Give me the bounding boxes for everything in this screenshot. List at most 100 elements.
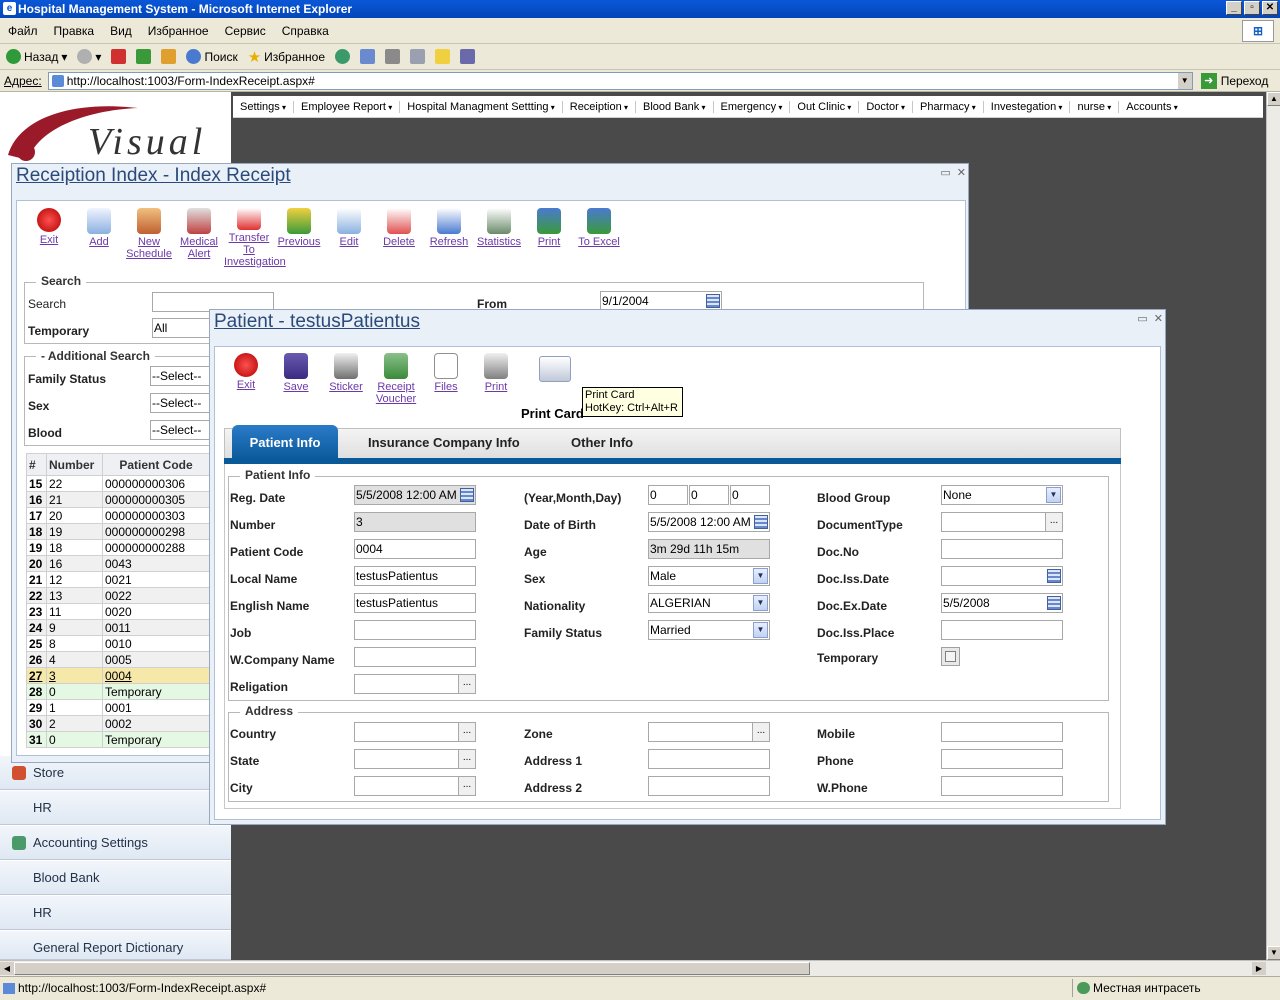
calendar-icon[interactable] [1047, 596, 1061, 610]
print-icon[interactable] [385, 49, 400, 64]
month-input[interactable]: 0 [689, 485, 729, 505]
table-row[interactable]: 18 19 000000000298 [26, 523, 210, 540]
chevron-down-icon[interactable]: ▼ [753, 595, 768, 611]
temporary-checkbox[interactable] [941, 647, 960, 666]
statistics-button[interactable]: Statistics [474, 208, 524, 248]
doc-no-input[interactable] [941, 539, 1063, 559]
table-row[interactable]: 28 0 Temporary [26, 683, 210, 700]
nav-employee-report[interactable]: Employee Report [294, 100, 401, 113]
table-row[interactable]: 27 3 0004 [26, 667, 210, 684]
stop-icon[interactable] [111, 49, 127, 64]
table-row[interactable]: 16 21 000000000305 [26, 491, 210, 508]
delete-button[interactable]: Delete [374, 208, 424, 248]
reg-date-input[interactable]: 5/5/2008 12:00 AM [354, 485, 476, 505]
nav-emergency[interactable]: Emergency [714, 100, 791, 113]
address1-input[interactable] [648, 749, 770, 769]
lookup-button[interactable]: ... [458, 777, 475, 795]
country-input[interactable]: ... [354, 722, 476, 742]
scroll-up-icon[interactable]: ▲ [1267, 92, 1280, 106]
table-row[interactable]: 23 11 0020 [26, 603, 210, 620]
print-card-icon[interactable] [539, 356, 571, 382]
scroll-right-icon[interactable]: ▶ [1252, 962, 1266, 975]
sticker-button[interactable]: Sticker [321, 353, 371, 393]
window-close-icon[interactable]: ✕ [1154, 312, 1163, 325]
header-number[interactable]: Number [46, 453, 103, 476]
search-button[interactable]: Поиск [186, 49, 238, 64]
edit-icon[interactable] [410, 49, 425, 64]
nav-accounts[interactable]: Accounts [1119, 101, 1185, 113]
wphone-input[interactable] [941, 776, 1063, 796]
menu-favorites[interactable]: Избранное [148, 24, 209, 38]
nav-receiption[interactable]: Receiption [563, 100, 636, 113]
religation-input[interactable]: ... [354, 674, 476, 694]
family-status-select[interactable]: Married ▼ [648, 620, 770, 640]
refresh-button[interactable]: Refresh [424, 208, 474, 248]
address-dropdown-icon[interactable]: ▼ [1177, 72, 1192, 89]
horizontal-scrollbar[interactable]: ◀ ▶ [0, 960, 1280, 976]
transfer-investigation-button[interactable]: Transfer To Investigation [224, 208, 286, 268]
blood-select[interactable]: --Select-- [150, 420, 210, 440]
lookup-button[interactable]: ... [752, 723, 769, 741]
table-row[interactable]: 25 8 0010 [26, 635, 210, 652]
table-row[interactable]: 29 1 0001 [26, 699, 210, 716]
nav-doctor[interactable]: Doctor [859, 100, 913, 113]
patient-save-button[interactable]: Save [271, 353, 321, 393]
refresh-icon[interactable] [136, 49, 152, 64]
state-input[interactable]: ... [354, 749, 476, 769]
table-row[interactable]: 26 4 0005 [26, 651, 210, 668]
scroll-down-icon[interactable]: ▼ [1267, 946, 1280, 960]
tab-other-info[interactable]: Other Info [571, 435, 633, 450]
table-row[interactable]: 15 22 000000000306 [26, 475, 210, 492]
receipt-add-button[interactable]: Add [74, 208, 124, 248]
left-nav-hr[interactable]: HR [0, 791, 231, 825]
from-date-input[interactable]: 9/1/2004 [600, 291, 722, 311]
local-name-input[interactable]: testusPatientus [354, 566, 476, 586]
patient-code-input[interactable]: 0004 [354, 539, 476, 559]
calendar-icon[interactable] [460, 488, 474, 502]
patient-exit-button[interactable]: Exit [221, 353, 271, 391]
family-status-select[interactable]: --Select-- [150, 366, 210, 386]
discuss-icon[interactable] [435, 49, 450, 64]
table-row[interactable]: 21 12 0021 [26, 571, 210, 588]
english-name-input[interactable]: testusPatientus [354, 593, 476, 613]
receipt-print-button[interactable]: Print [524, 208, 574, 248]
wcompany-input[interactable] [354, 647, 476, 667]
left-nav-blood-bank[interactable]: Blood Bank [0, 861, 231, 895]
header-index[interactable]: # [26, 453, 47, 476]
left-nav-hr-2[interactable]: HR [0, 896, 231, 930]
address-input[interactable]: http://localhost:1003/Form-IndexReceipt.… [47, 71, 1193, 90]
lookup-button[interactable]: ... [1045, 513, 1062, 531]
temporary-select[interactable]: All [152, 318, 212, 338]
files-button[interactable]: Files [421, 353, 471, 393]
nav-nurse[interactable]: nurse [1070, 100, 1120, 113]
calendar-icon[interactable] [1047, 569, 1061, 583]
vertical-scrollbar[interactable]: ▲ ▼ [1266, 92, 1280, 960]
tab-patient-info[interactable]: Patient Info [232, 425, 338, 460]
left-nav-general-report[interactable]: General Report Dictionary [0, 931, 231, 960]
scroll-left-icon[interactable]: ◀ [0, 962, 14, 975]
scroll-thumb[interactable] [14, 962, 810, 975]
chevron-down-icon[interactable]: ▼ [753, 568, 768, 584]
header-patient-code[interactable]: Patient Code [102, 453, 210, 476]
forward-button[interactable]: ▾ [77, 49, 101, 64]
menu-help[interactable]: Справка [282, 24, 329, 38]
lookup-button[interactable]: ... [458, 675, 475, 693]
to-excel-button[interactable]: To Excel [574, 208, 624, 248]
year-input[interactable]: 0 [648, 485, 688, 505]
menu-file[interactable]: Файл [8, 24, 38, 38]
mobile-input[interactable] [941, 722, 1063, 742]
back-button[interactable]: Назад ▾ [6, 49, 67, 64]
menu-view[interactable]: Вид [110, 24, 132, 38]
city-input[interactable]: ... [354, 776, 476, 796]
table-row[interactable]: 20 16 0043 [26, 555, 210, 572]
menu-edit[interactable]: Правка [54, 24, 95, 38]
phone-input[interactable] [941, 749, 1063, 769]
window-minimize-icon[interactable]: ▭ [940, 166, 950, 179]
sex-select[interactable]: Male ▼ [648, 566, 770, 586]
messenger-icon[interactable] [460, 49, 475, 64]
home-icon[interactable] [161, 49, 177, 64]
table-row[interactable]: 22 13 0022 [26, 587, 210, 604]
window-minimize-icon[interactable]: ▭ [1137, 312, 1147, 325]
print-card-label[interactable]: Print Card [521, 406, 584, 421]
table-row[interactable]: 17 20 000000000303 [26, 507, 210, 524]
